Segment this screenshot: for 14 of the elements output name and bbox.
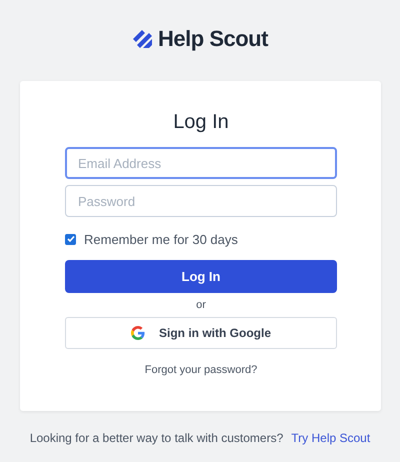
or-divider-text: or xyxy=(196,298,206,312)
google-signin-button[interactable]: Sign in with Google xyxy=(65,317,337,349)
forgot-password-link[interactable]: Forgot your password? xyxy=(144,364,258,376)
remember-checkbox[interactable] xyxy=(65,234,76,244)
input-field[interactable]: Password xyxy=(65,185,337,217)
logo-text: Help Scout xyxy=(158,26,268,52)
input-field[interactable]: Email Address xyxy=(65,147,337,179)
google-logo-icon xyxy=(131,326,145,340)
login-button[interactable]: Log In xyxy=(65,260,337,293)
try-help-scout-link[interactable]: Try Help Scout xyxy=(291,431,370,445)
stripes-logo-icon xyxy=(132,28,154,50)
remember-label: Remember me for 30 days xyxy=(84,232,238,246)
card-title: Log In xyxy=(172,111,230,133)
footer-text: Looking for a better way to talk with customers? xyxy=(30,431,284,445)
